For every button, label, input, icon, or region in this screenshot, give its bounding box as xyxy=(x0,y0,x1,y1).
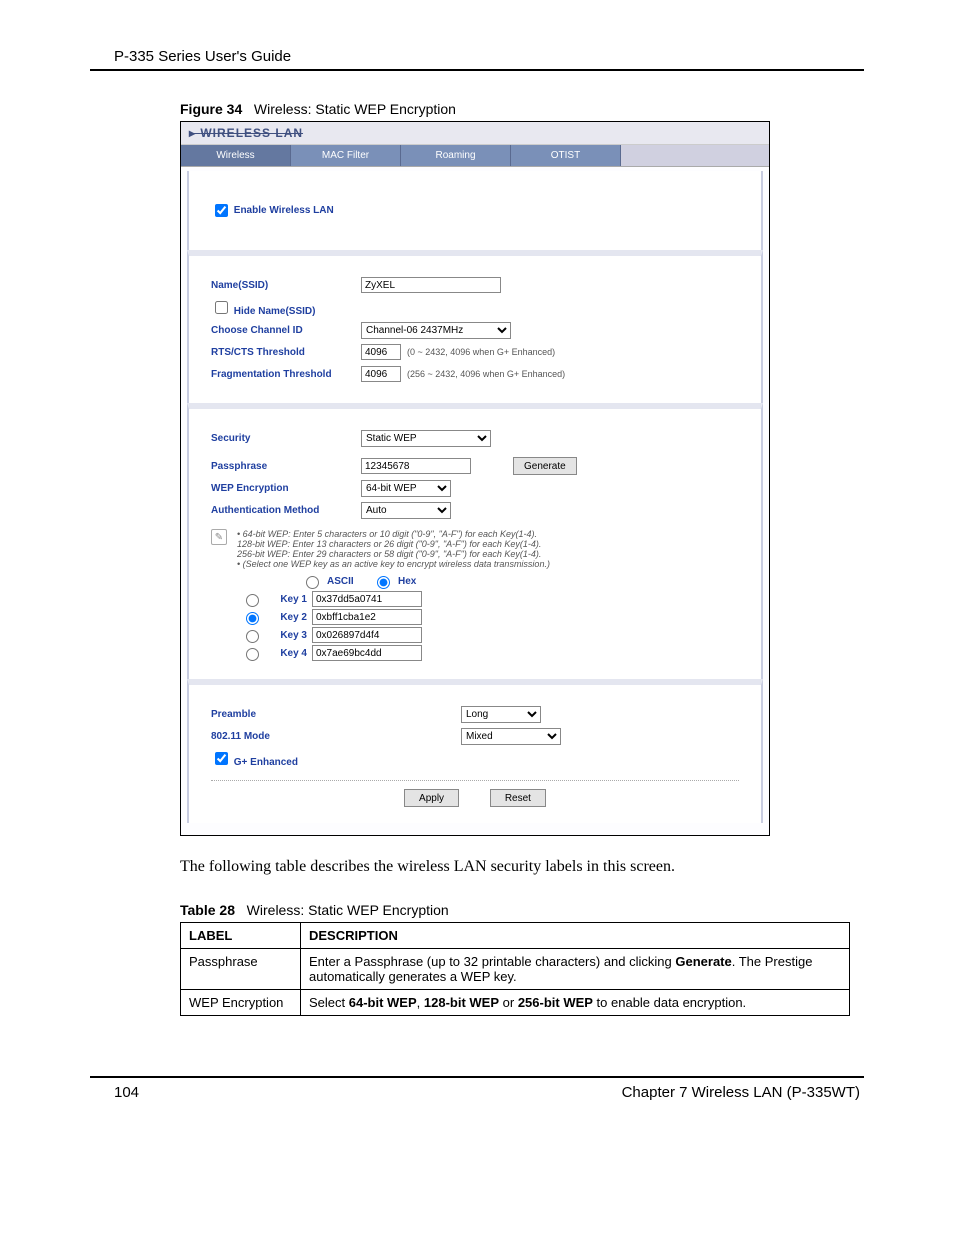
th-label: LABEL xyxy=(181,923,301,949)
enable-wireless-label: Enable Wireless LAN xyxy=(234,205,334,216)
table-row: WEP Encryption Select 64-bit WEP, 128-bi… xyxy=(181,990,850,1016)
passphrase-label: Passphrase xyxy=(211,461,361,472)
figure-number: Figure 34 xyxy=(180,101,242,117)
note-line-2: 128-bit WEP: Enter 13 characters or 26 d… xyxy=(237,539,550,549)
preamble-select[interactable]: Long xyxy=(461,706,541,723)
reset-button[interactable]: Reset xyxy=(490,789,546,807)
tab-otist[interactable]: OTIST xyxy=(511,145,621,166)
tab-mac-filter[interactable]: MAC Filter xyxy=(291,145,401,166)
enable-section: Enable Wireless LAN xyxy=(187,171,763,250)
rts-input[interactable] xyxy=(361,344,401,360)
mode-label: 802.11 Mode xyxy=(211,731,361,742)
key4-input[interactable] xyxy=(312,645,422,661)
ssid-label: Name(SSID) xyxy=(211,280,361,291)
rts-hint: (0 ~ 2432, 4096 when G+ Enhanced) xyxy=(407,347,555,357)
frag-label: Fragmentation Threshold xyxy=(211,369,361,380)
wep-encryption-select[interactable]: 64-bit WEP xyxy=(361,480,451,497)
page-number: 104 xyxy=(114,1084,139,1101)
key3-label: Key 3 xyxy=(267,630,307,641)
header-rule xyxy=(90,69,864,71)
table-caption: Table 28 Wireless: Static WEP Encryption xyxy=(180,902,864,918)
doc-header: P-335 Series User's Guide xyxy=(90,48,864,65)
tab-wireless[interactable]: Wireless xyxy=(181,145,291,166)
hex-label: Hex xyxy=(398,576,416,587)
chapter-title: Chapter 7 Wireless LAN (P-335WT) xyxy=(622,1084,860,1101)
basic-section: Name(SSID) Hide Name(SSID) Choose Channe… xyxy=(187,250,763,403)
hide-ssid-row: Hide Name(SSID) xyxy=(211,306,315,317)
footer-rule xyxy=(90,1076,864,1078)
note-line-1: • 64-bit WEP: Enter 5 characters or 10 d… xyxy=(237,529,550,539)
hex-radio[interactable] xyxy=(377,576,390,589)
row2-label: WEP Encryption xyxy=(181,990,301,1016)
tab-roaming[interactable]: Roaming xyxy=(401,145,511,166)
key2-label: Key 2 xyxy=(267,612,307,623)
key4-label: Key 4 xyxy=(267,648,307,659)
gplus-label: G+ Enhanced xyxy=(234,757,298,768)
table-row: Passphrase Enter a Passphrase (up to 32 … xyxy=(181,949,850,990)
info-icon: ✎ xyxy=(211,529,227,545)
frag-hint: (256 ~ 2432, 4096 when G+ Enhanced) xyxy=(407,369,565,379)
mode-select[interactable]: Mixed xyxy=(461,728,561,745)
table-header-row: LABEL DESCRIPTION xyxy=(181,923,850,949)
security-label: Security xyxy=(211,433,361,444)
passphrase-input[interactable] xyxy=(361,458,471,474)
key3-radio[interactable] xyxy=(246,630,259,643)
advanced-section: Preamble Long 802.11 Mode Mixed G+ Enhan… xyxy=(187,679,763,823)
page-footer: 104 Chapter 7 Wireless LAN (P-335WT) xyxy=(90,1084,864,1101)
key4-radio[interactable] xyxy=(246,648,259,661)
rts-label: RTS/CTS Threshold xyxy=(211,347,361,358)
hide-ssid-checkbox[interactable] xyxy=(215,301,228,314)
ascii-label: ASCII xyxy=(327,576,354,587)
gplus-row: G+ Enhanced xyxy=(211,749,298,768)
apply-button[interactable]: Apply xyxy=(404,789,459,807)
security-select[interactable]: Static WEP xyxy=(361,430,491,447)
ascii-radio[interactable] xyxy=(306,576,319,589)
key2-input[interactable] xyxy=(312,609,422,625)
screenshot-figure: ▸ WIRELESS LAN Wireless MAC Filter Roami… xyxy=(180,121,770,836)
table-title: Wireless: Static WEP Encryption xyxy=(247,902,449,918)
ssid-input[interactable] xyxy=(361,277,501,293)
row1-desc: Enter a Passphrase (up to 32 printable c… xyxy=(301,949,850,990)
button-row: Apply Reset xyxy=(211,780,739,807)
gplus-checkbox[interactable] xyxy=(215,752,228,765)
key3-input[interactable] xyxy=(312,627,422,643)
table-number: Table 28 xyxy=(180,902,235,918)
auth-method-label: Authentication Method xyxy=(211,505,361,516)
figure-title: Wireless: Static WEP Encryption xyxy=(254,101,456,117)
frag-input[interactable] xyxy=(361,366,401,382)
row1-label: Passphrase xyxy=(181,949,301,990)
auth-method-select[interactable]: Auto xyxy=(361,502,451,519)
th-description: DESCRIPTION xyxy=(301,923,850,949)
note-line-3: 256-bit WEP: Enter 29 characters or 58 d… xyxy=(237,549,550,559)
enable-wireless-row: Enable Wireless LAN xyxy=(211,201,739,220)
generate-button[interactable]: Generate xyxy=(513,457,577,475)
wep-note: ✎ • 64-bit WEP: Enter 5 characters or 10… xyxy=(211,529,739,569)
key2-radio[interactable] xyxy=(246,612,259,625)
body-paragraph: The following table describes the wirele… xyxy=(180,858,780,876)
security-section: Security Static WEP Passphrase Generate … xyxy=(187,403,763,679)
enable-wireless-checkbox[interactable] xyxy=(215,204,228,217)
figure-caption: Figure 34 Wireless: Static WEP Encryptio… xyxy=(180,101,864,117)
channel-label: Choose Channel ID xyxy=(211,325,361,336)
note-line-4: • (Select one WEP key as an active key t… xyxy=(237,559,550,569)
key1-radio[interactable] xyxy=(246,594,259,607)
key1-label: Key 1 xyxy=(267,594,307,605)
tab-bar: Wireless MAC Filter Roaming OTIST xyxy=(181,145,769,167)
description-table: LABEL DESCRIPTION Passphrase Enter a Pas… xyxy=(180,922,850,1016)
channel-select[interactable]: Channel-06 2437MHz xyxy=(361,322,511,339)
window-title: ▸ WIRELESS LAN xyxy=(181,122,769,145)
hide-ssid-label: Hide Name(SSID) xyxy=(234,306,316,317)
wep-encryption-label: WEP Encryption xyxy=(211,483,361,494)
row2-desc: Select 64-bit WEP, 128-bit WEP or 256-bi… xyxy=(301,990,850,1016)
key1-input[interactable] xyxy=(312,591,422,607)
preamble-label: Preamble xyxy=(211,709,361,720)
